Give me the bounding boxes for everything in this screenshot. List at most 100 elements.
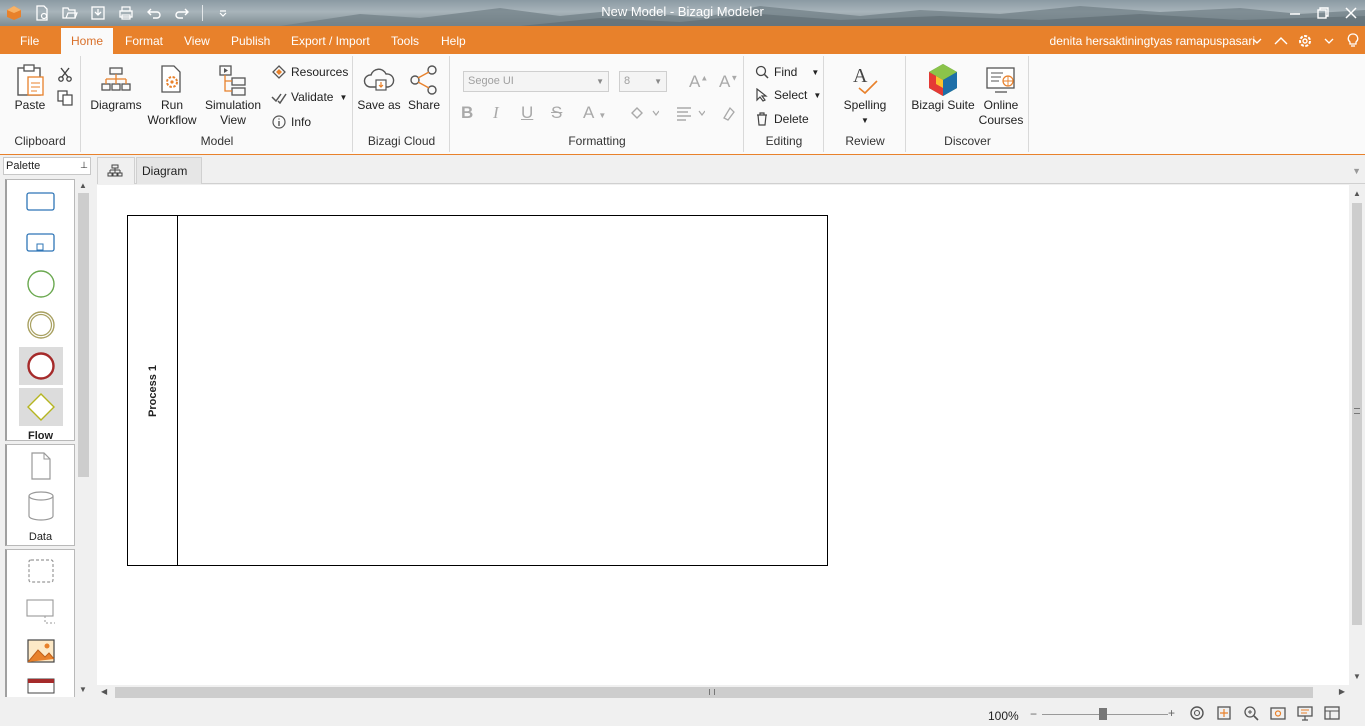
save-icon[interactable] bbox=[84, 3, 112, 23]
fit-width-icon[interactable] bbox=[1270, 705, 1286, 721]
tab-view[interactable]: View bbox=[184, 28, 210, 54]
bold-icon[interactable]: B bbox=[461, 103, 473, 123]
collapse-ribbon-chevron-up-icon[interactable] bbox=[1269, 36, 1293, 46]
fit-page-icon[interactable] bbox=[1216, 705, 1232, 721]
canvas-hscroll-thumb[interactable] bbox=[115, 687, 1313, 698]
validate-chevron-down-icon[interactable]: ▼ bbox=[339, 93, 347, 102]
scroll-up-icon[interactable]: ▲ bbox=[79, 181, 87, 190]
process-pool[interactable]: Process 1 bbox=[127, 215, 828, 566]
undo-icon[interactable] bbox=[140, 3, 168, 23]
canvas-scroll-down-icon[interactable]: ▼ bbox=[1353, 672, 1361, 681]
new-icon[interactable] bbox=[28, 3, 56, 23]
canvas-scroll-right-icon[interactable]: ▶ bbox=[1339, 687, 1345, 696]
find-button[interactable]: Find ▼ bbox=[753, 62, 819, 82]
redo-icon[interactable] bbox=[168, 3, 196, 23]
shrink-font-icon[interactable]: A▼ bbox=[719, 72, 738, 92]
palette-annotation-icon[interactable] bbox=[19, 592, 63, 630]
info-button[interactable]: Info bbox=[270, 112, 311, 132]
tab-tools[interactable]: Tools bbox=[391, 28, 419, 54]
font-family-select[interactable]: Segoe UI ▼ bbox=[463, 71, 609, 92]
palette-image-icon[interactable] bbox=[19, 632, 63, 670]
palette-end-event-icon[interactable] bbox=[19, 347, 63, 385]
online-courses-button[interactable]: Online Courses bbox=[975, 62, 1027, 128]
palette-data-object-icon[interactable] bbox=[19, 447, 63, 485]
settings-chevron-down-icon[interactable] bbox=[1317, 37, 1341, 45]
tabs-overflow-chevron-down-icon[interactable]: ▼ bbox=[1352, 166, 1361, 176]
italic-icon[interactable]: I bbox=[493, 103, 499, 123]
resources-button[interactable]: Resources bbox=[270, 62, 348, 82]
validate-button[interactable]: Validate ▼ bbox=[270, 87, 347, 107]
canvas-scroll-up-icon[interactable]: ▲ bbox=[1353, 189, 1361, 198]
user-name[interactable]: denita hersaktiningtyas ramapuspasari bbox=[1050, 34, 1255, 48]
palette-section-data-label[interactable]: Data bbox=[7, 531, 74, 543]
copy-button[interactable] bbox=[56, 88, 77, 108]
minimize-icon[interactable] bbox=[1281, 0, 1309, 26]
palette-data-store-icon[interactable] bbox=[19, 487, 63, 525]
spelling-button[interactable]: A Spelling ▼ bbox=[837, 62, 893, 128]
canvas-vertical-scrollbar[interactable]: ▲ ▼ bbox=[1349, 185, 1365, 685]
tab-home[interactable]: Home bbox=[61, 28, 114, 54]
zoom-slider-thumb[interactable] bbox=[1099, 708, 1107, 720]
palette-intermediate-event-icon[interactable] bbox=[19, 306, 63, 344]
canvas-scroll-left-icon[interactable]: ◀ bbox=[101, 687, 107, 696]
select-chevron-down-icon[interactable]: ▼ bbox=[813, 91, 821, 100]
canvas-vscroll-thumb[interactable] bbox=[1352, 203, 1362, 625]
palette-start-event-icon[interactable] bbox=[19, 265, 63, 303]
palette-section-flow-label[interactable]: Flow bbox=[7, 430, 74, 442]
gear-icon[interactable] bbox=[1293, 33, 1317, 49]
lightbulb-icon[interactable] bbox=[1341, 33, 1365, 49]
print-icon[interactable] bbox=[112, 3, 140, 23]
presentation-icon[interactable] bbox=[1297, 705, 1313, 721]
palette-gateway-icon[interactable] bbox=[19, 388, 63, 426]
layout-icon[interactable] bbox=[1324, 705, 1340, 721]
tab-file[interactable]: File bbox=[20, 28, 39, 54]
zoom-selection-icon[interactable] bbox=[1243, 705, 1259, 721]
zoom-out-icon[interactable]: − bbox=[1030, 707, 1037, 721]
palette-subprocess-icon[interactable] bbox=[19, 224, 63, 262]
open-icon[interactable] bbox=[56, 3, 84, 23]
palette-header[interactable]: Palette ⊥ bbox=[3, 157, 91, 175]
font-color-icon[interactable]: A ▼ bbox=[583, 103, 606, 123]
pin-icon[interactable]: ⊥ bbox=[80, 157, 88, 173]
tab-export-import[interactable]: Export / Import bbox=[291, 28, 370, 54]
actual-size-icon[interactable] bbox=[1189, 705, 1205, 721]
tab-diagram-1[interactable]: Diagram 1 bbox=[136, 157, 202, 204]
palette-scrollbar[interactable]: ▲ ▼ bbox=[76, 177, 91, 698]
palette-header-icon[interactable] bbox=[19, 672, 63, 698]
simulation-view-button[interactable]: Simulation View bbox=[202, 62, 264, 128]
pool-title[interactable]: Process 1 bbox=[147, 365, 159, 417]
clear-format-icon[interactable] bbox=[721, 105, 737, 126]
tab-publish[interactable]: Publish bbox=[231, 28, 270, 54]
cut-button[interactable] bbox=[56, 64, 77, 84]
palette-group-icon[interactable] bbox=[19, 552, 63, 590]
underline-icon[interactable]: U bbox=[521, 103, 533, 123]
strikethrough-icon[interactable]: S bbox=[551, 103, 562, 123]
delete-button[interactable]: Delete bbox=[753, 109, 809, 129]
find-chevron-down-icon[interactable]: ▼ bbox=[811, 68, 819, 77]
select-button[interactable]: Select ▼ bbox=[753, 85, 821, 105]
align-icon[interactable] bbox=[675, 105, 706, 126]
user-menu-chevron-down-icon[interactable] bbox=[1245, 37, 1269, 45]
restore-icon[interactable] bbox=[1309, 0, 1337, 26]
font-size-select[interactable]: 8 ▼ bbox=[619, 71, 667, 92]
palette-scroll-thumb[interactable] bbox=[78, 193, 89, 477]
diagram-canvas[interactable]: Process 1 bbox=[97, 185, 1349, 685]
scroll-down-icon[interactable]: ▼ bbox=[79, 685, 87, 694]
save-as-button[interactable]: Save as bbox=[356, 62, 402, 113]
zoom-in-icon[interactable]: + bbox=[1168, 706, 1175, 720]
tab-format[interactable]: Format bbox=[125, 28, 163, 54]
close-icon[interactable] bbox=[1337, 0, 1365, 26]
paste-button[interactable]: Paste bbox=[10, 62, 50, 113]
diagram-map-tab[interactable] bbox=[97, 157, 135, 184]
grow-font-icon[interactable]: A▲ bbox=[689, 72, 708, 92]
fill-color-icon[interactable] bbox=[629, 105, 660, 126]
tab-help[interactable]: Help bbox=[441, 28, 466, 54]
run-workflow-button[interactable]: Run Workflow bbox=[144, 62, 200, 128]
palette-task-icon[interactable] bbox=[19, 183, 63, 221]
canvas-horizontal-scrollbar[interactable]: ◀ ▶ bbox=[97, 685, 1349, 700]
spelling-chevron-down-icon[interactable]: ▼ bbox=[837, 113, 893, 128]
bizagi-suite-button[interactable]: Bizagi Suite bbox=[911, 62, 975, 113]
customize-icon[interactable] bbox=[209, 3, 237, 23]
diagrams-button[interactable]: Diagrams bbox=[88, 62, 144, 113]
bizagi-logo-icon[interactable] bbox=[0, 3, 28, 23]
